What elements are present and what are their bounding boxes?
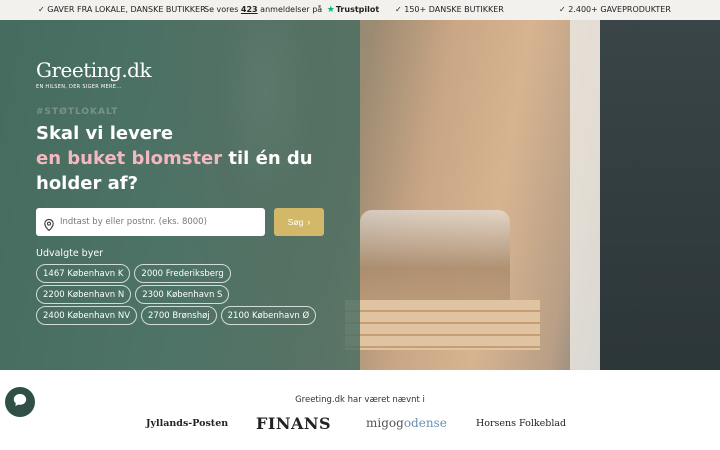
press-mentions-section: Greeting.dk har været nævnt i Jyllands-P… — [0, 370, 720, 450]
trustpilot-logo: Trustpilot — [335, 5, 380, 14]
city-chip[interactable]: 2200 København N — [36, 285, 132, 304]
logo-wordmark: Greeting.dk — [36, 58, 152, 82]
top-usp-bar: ✓ GAVER FRA LOKALE, DANSKE BUTIKKER Se v… — [0, 0, 720, 20]
press-logo-horsens-folkeblad: Horsens Folkeblad — [476, 418, 567, 429]
usp-products: ✓ 2.400+ GAVEPRODUKTER — [559, 5, 671, 14]
usp-gifts: ✓ GAVER FRA LOKALE, DANSKE BUTIKKER — [38, 5, 206, 14]
location-search-box[interactable] — [36, 208, 265, 236]
press-logo-jyllands-posten: Jyllands-Posten — [146, 418, 229, 429]
city-chip[interactable]: 2000 Frederiksberg — [134, 264, 231, 283]
trustpilot-star-icon: ★ — [326, 5, 335, 15]
featured-cities-title: Udvalgte byer — [36, 248, 104, 259]
logo-tagline: EN HILSEN, DER SIGER MERE... — [36, 84, 122, 90]
location-search-input[interactable] — [60, 217, 250, 227]
featured-cities-list: 1467 København K 2000 Frederiksberg 2200… — [36, 264, 326, 325]
headline-accent: en buket blomster — [36, 148, 223, 169]
hero-headline: Skal vi levere en buket blomster til én … — [36, 121, 336, 196]
city-chip[interactable]: 2700 Brønshøj — [141, 306, 217, 325]
reviews-prefix: Se vores — [204, 5, 239, 14]
hero-section: Greeting.dk EN HILSEN, DER SIGER MERE...… — [0, 20, 720, 370]
trustpilot-reviews-link[interactable]: Se vores 423 anmeldelser på ★Trustpilot — [204, 5, 379, 15]
press-logo-finans: FINANS — [256, 414, 332, 433]
hero-photo-crate — [345, 300, 540, 350]
city-chip[interactable]: 1467 København K — [36, 264, 131, 283]
usp-shops: ✓ 150+ DANSKE BUTIKKER — [395, 5, 504, 14]
chat-bubble-icon — [12, 392, 28, 412]
headline-rest: til én du — [222, 148, 313, 169]
city-chip[interactable]: 2300 København S — [135, 285, 230, 304]
site-logo[interactable]: Greeting.dk EN HILSEN, DER SIGER MERE... — [36, 58, 152, 90]
search-button-label: Søg — [287, 217, 304, 227]
city-chip[interactable]: 2400 København NV — [36, 306, 138, 325]
hero-photo-door — [570, 20, 600, 370]
reviews-suffix: anmeldelser på — [260, 5, 323, 14]
chat-widget-button[interactable] — [5, 387, 35, 417]
press-logo-migogodense: migogodense — [366, 416, 447, 430]
city-chip[interactable]: 2100 København Ø — [220, 306, 317, 325]
headline-line1: Skal vi levere — [36, 123, 174, 144]
hero-photo-recipient — [600, 20, 720, 370]
chevron-right-icon: › — [307, 217, 311, 227]
map-pin-icon — [44, 216, 54, 232]
hashtag-label: #STØTLOKALT — [36, 107, 119, 117]
press-title: Greeting.dk har været nævnt i — [295, 395, 425, 405]
headline-line3: holder af? — [36, 173, 139, 194]
reviews-count: 423 — [240, 5, 258, 14]
search-button[interactable]: Søg › — [274, 208, 324, 236]
